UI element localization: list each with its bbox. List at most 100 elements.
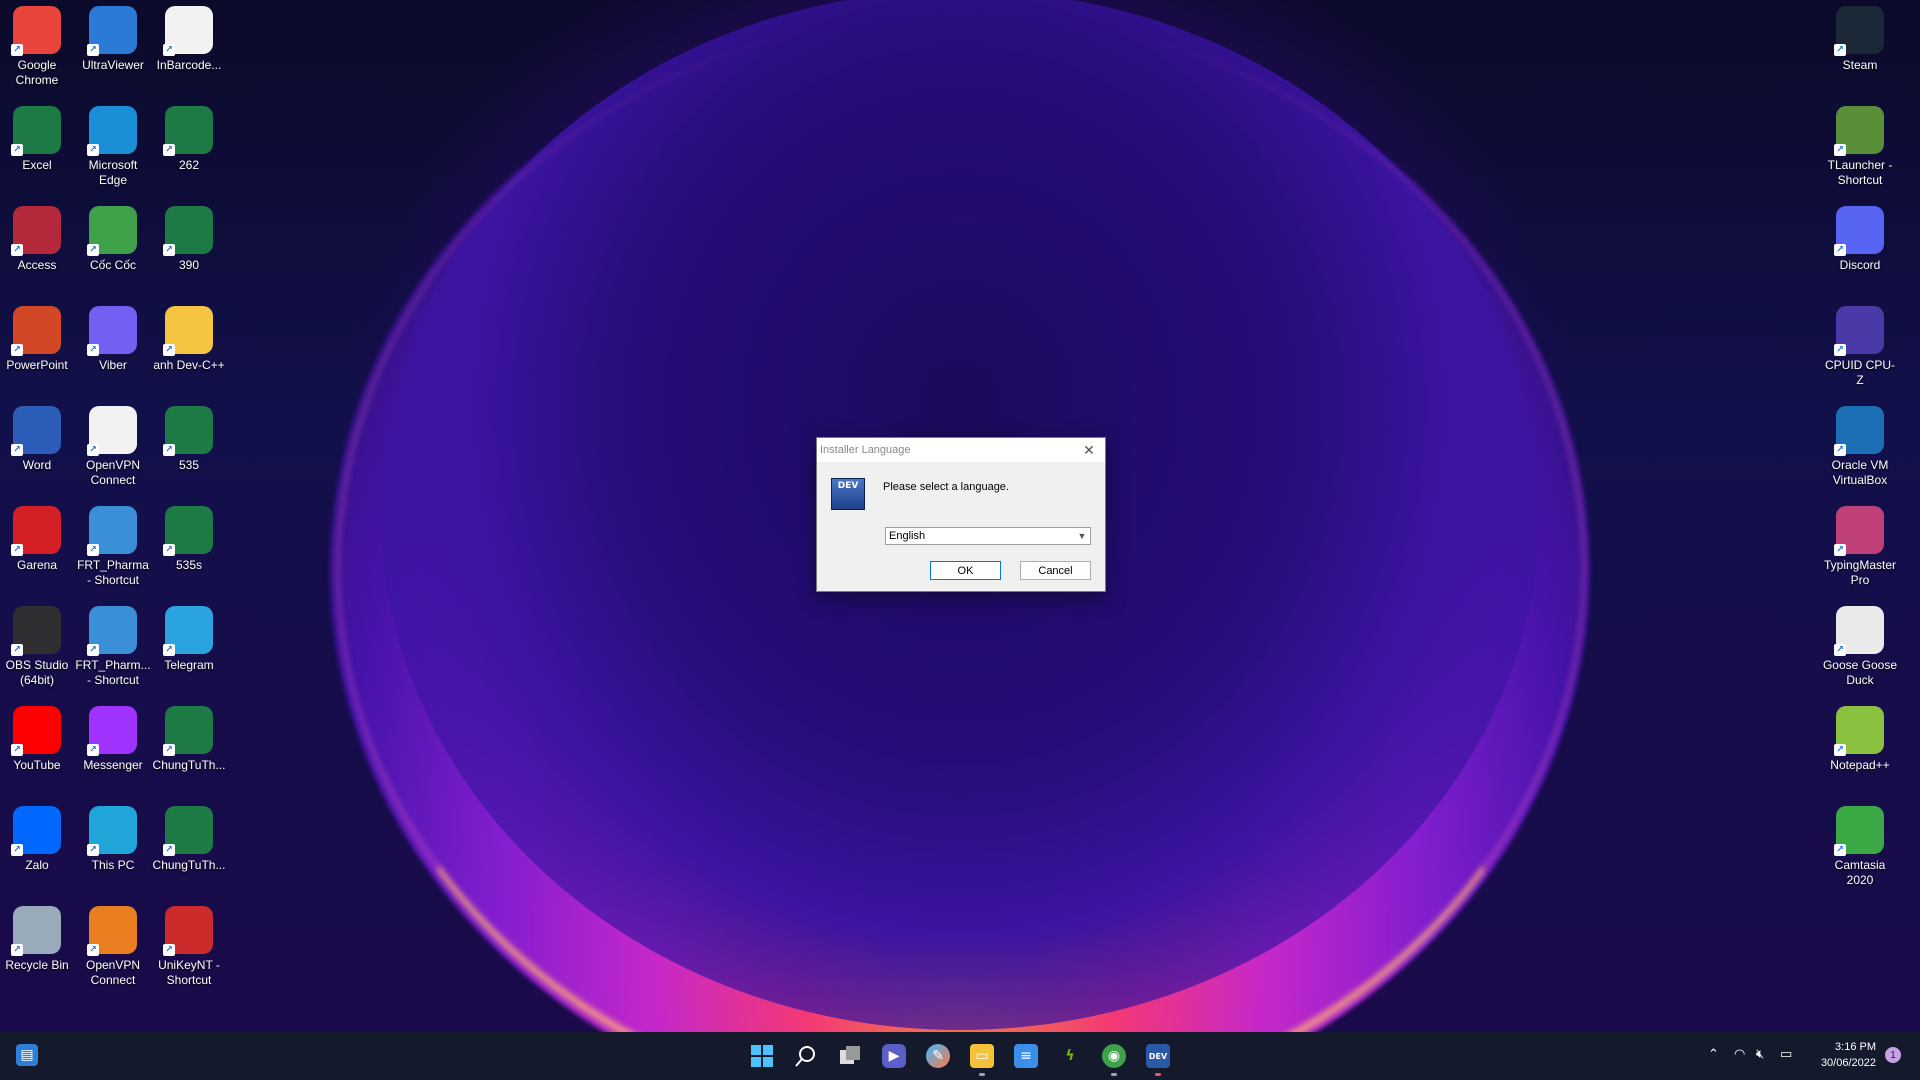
desktop-icon[interactable]: ↗ Word — [0, 406, 75, 473]
shortcut-arrow-icon: ↗ — [11, 744, 23, 756]
teams-chat-icon[interactable]: ▶ — [882, 1044, 906, 1068]
file-explorer-icon[interactable]: ▭ — [970, 1044, 994, 1068]
desktop-icon[interactable]: ↗ Discord — [1822, 206, 1898, 273]
devcpp-logo-icon: DEV — [831, 478, 865, 510]
desktop-icon-label: YouTube — [13, 758, 61, 772]
shortcut-arrow-icon: ↗ — [87, 44, 99, 56]
desktop-icon[interactable]: ↗ Cốc Cốc — [75, 206, 151, 273]
desktop-icon[interactable]: ↗ ChungTuTh... — [151, 706, 227, 773]
desktop-icon[interactable]: ↗ OpenVPN Connect — [75, 406, 151, 488]
desktop-icon[interactable]: ↗ anh Dev-C++ — [151, 306, 227, 373]
desktop-icon[interactable]: ↗ InBarcode... — [151, 6, 227, 73]
clock[interactable]: 3:16 PM 30/06/2022 — [1812, 1039, 1876, 1071]
desktop-icon[interactable]: ↗ UniKeyNT - Shortcut — [151, 906, 227, 988]
paint-icon[interactable]: ✎ — [926, 1044, 950, 1068]
shortcut-arrow-icon: ↗ — [1834, 744, 1846, 756]
desktop-icon[interactable]: ↗ Microsoft Edge — [75, 106, 151, 188]
desktop-icon[interactable]: ↗ ChungTuTh... — [151, 806, 227, 873]
desktop-icon-label: Microsoft Edge — [88, 158, 138, 187]
volume-muted-icon[interactable]: 🔇︎ — [1756, 1047, 1764, 1062]
desktop-icon-label: Steam — [1842, 58, 1878, 72]
desktop-icon[interactable]: ↗ Steam — [1822, 6, 1898, 73]
shortcut-arrow-icon: ↗ — [11, 444, 23, 456]
unikey-icon: ↗ — [163, 906, 213, 956]
camtasia-icon: ↗ — [1834, 806, 1884, 856]
desktop-icon[interactable]: ↗ CPUID CPU-Z — [1822, 306, 1898, 388]
desktop-icon[interactable]: ↗ FRT_Pharm... - Shortcut — [75, 606, 151, 688]
chevron-down-icon[interactable]: ▼ — [1074, 531, 1090, 541]
chevron-up-icon[interactable]: ⌃ — [1708, 1047, 1719, 1062]
chrome-icon: ↗ — [11, 6, 61, 56]
shortcut-arrow-icon: ↗ — [11, 344, 23, 356]
desktop-icon[interactable]: ↗ 262 — [151, 106, 227, 173]
battery-icon[interactable]: ▭ — [1780, 1047, 1792, 1062]
typingmaster-icon: ↗ — [1834, 506, 1884, 556]
language-select-value: English — [889, 530, 926, 542]
search-icon[interactable] — [794, 1044, 818, 1068]
desktop-icon-label: Viber — [99, 358, 127, 372]
coccoc-taskbar-icon[interactable]: ◉ — [1102, 1044, 1126, 1068]
desktop-icon[interactable]: ↗ Viber — [75, 306, 151, 373]
desktop-icon[interactable]: ↗ Messenger — [75, 706, 151, 773]
ok-button[interactable]: OK — [930, 561, 1001, 580]
desktop: ↗ Google Chrome ↗ UltraViewer ↗ InBarcode... ↗… — [0, 0, 1920, 1032]
close-icon[interactable]: ✕ — [1073, 438, 1105, 462]
taskbar: ▤ ▶ ✎ ▭ ≡ ϟ ◉ DEV ⌃ ◠ 🔇︎ ▭ 3:16 PM 30/06… — [0, 1032, 1920, 1080]
desktop-icon[interactable]: ↗ 535 — [151, 406, 227, 473]
notepad-icon[interactable]: ≡ — [1014, 1044, 1038, 1068]
dialog-titlebar[interactable]: Installer Language ✕ — [817, 438, 1105, 462]
desktop-icon[interactable]: ↗ Recycle Bin — [0, 906, 75, 973]
virtualbox-icon: ↗ — [1834, 406, 1884, 456]
desktop-icon-label: OBS Studio (64bit) — [5, 658, 69, 687]
desktop-icon[interactable]: ↗ FRT_Pharma - Shortcut — [75, 506, 151, 588]
windows-start-icon[interactable] — [750, 1044, 774, 1068]
desktop-icon[interactable]: ↗ Garena — [0, 506, 75, 573]
desktop-icon[interactable]: ↗ PowerPoint — [0, 306, 75, 373]
shortcut-arrow-icon: ↗ — [1834, 344, 1846, 356]
excel-file-icon: ↗ — [163, 706, 213, 756]
desktop-icon[interactable]: ↗ Notepad++ — [1822, 706, 1898, 773]
shortcut-arrow-icon: ↗ — [1834, 544, 1846, 556]
widgets-icon[interactable]: ▤ — [16, 1044, 38, 1066]
shortcut-arrow-icon: ↗ — [163, 344, 175, 356]
desktop-icon[interactable]: ↗ Zalo — [0, 806, 75, 873]
desktop-icon[interactable]: ↗ UltraViewer — [75, 6, 151, 73]
desktop-icon[interactable]: ↗ TypingMaster Pro — [1822, 506, 1898, 588]
tlauncher-icon: ↗ — [1834, 106, 1884, 156]
desktop-icon[interactable]: ↗ TLauncher - Shortcut — [1822, 106, 1898, 188]
shortcut-arrow-icon: ↗ — [163, 744, 175, 756]
desktop-icon[interactable]: ↗ 390 — [151, 206, 227, 273]
access-icon: ↗ — [11, 206, 61, 256]
desktop-icon[interactable]: ↗ Google Chrome — [0, 6, 75, 88]
desktop-icon[interactable]: ↗ Goose Goose Duck — [1822, 606, 1898, 688]
cancel-button[interactable]: Cancel — [1020, 561, 1091, 580]
desktop-icon[interactable]: ↗ OpenVPN Connect — [75, 906, 151, 988]
task-view-icon[interactable] — [838, 1044, 862, 1068]
wifi-icon[interactable]: ◠ — [1734, 1047, 1745, 1062]
desktop-icon-label: OpenVPN Connect — [85, 958, 141, 987]
shortcut-arrow-icon: ↗ — [163, 244, 175, 256]
desktop-icon-label: Notepad++ — [1830, 758, 1890, 772]
desktop-icon[interactable]: ↗ Telegram — [151, 606, 227, 673]
desktop-icon[interactable]: ↗ Excel — [0, 106, 75, 173]
desktop-icon-label: 390 — [178, 258, 200, 272]
shortcut-arrow-icon: ↗ — [1834, 444, 1846, 456]
shortcut-arrow-icon: ↗ — [87, 244, 99, 256]
dialog-prompt: Please select a language. — [883, 481, 1009, 493]
shortcut-arrow-icon: ↗ — [163, 144, 175, 156]
desktop-icon[interactable]: ↗ This PC — [75, 806, 151, 873]
desktop-icon[interactable]: ↗ 535s — [151, 506, 227, 573]
desktop-icon[interactable]: ↗ YouTube — [0, 706, 75, 773]
clock-time: 3:16 PM — [1835, 1041, 1876, 1053]
nvidia-icon[interactable]: ϟ — [1058, 1044, 1082, 1068]
desktop-icon[interactable]: ↗ Access — [0, 206, 75, 273]
notification-badge[interactable]: 1 — [1885, 1047, 1901, 1063]
frt-pharma-icon: ↗ — [87, 606, 137, 656]
desktop-icon[interactable]: ↗ Camtasia 2020 — [1822, 806, 1898, 888]
shortcut-arrow-icon: ↗ — [163, 944, 175, 956]
telegram-icon: ↗ — [163, 606, 213, 656]
desktop-icon[interactable]: ↗ OBS Studio (64bit) — [0, 606, 75, 688]
devcpp-taskbar-icon[interactable]: DEV — [1146, 1044, 1170, 1068]
language-select[interactable]: English ▼ — [885, 527, 1091, 545]
desktop-icon[interactable]: ↗ Oracle VM VirtualBox — [1822, 406, 1898, 488]
